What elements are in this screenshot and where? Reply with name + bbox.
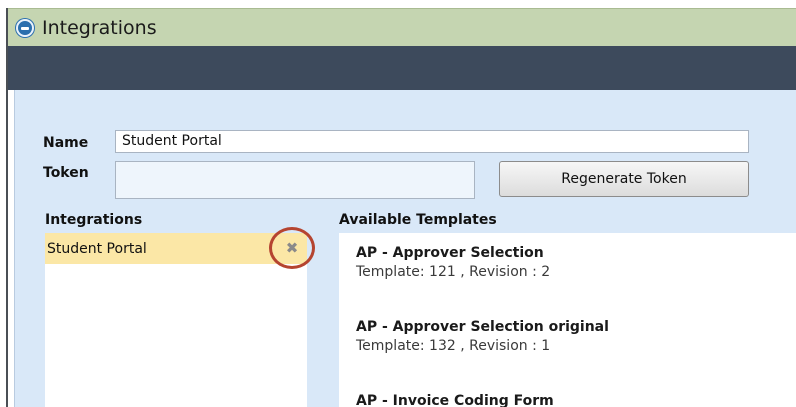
- templates-list: AP - Approver Selection Template: 121 , …: [339, 233, 796, 407]
- available-templates-header: Available Templates: [339, 212, 497, 228]
- token-label: Token: [43, 165, 89, 181]
- title-bar: Integrations: [8, 8, 796, 46]
- integrations-header: Integrations: [45, 212, 143, 228]
- integration-label: Student Portal: [47, 240, 147, 257]
- token-field[interactable]: [115, 161, 475, 199]
- template-meta: Template: 121 , Revision : 2: [356, 264, 551, 280]
- highlight-circle: [269, 227, 315, 269]
- template-meta: Template: 132 , Revision : 1: [356, 338, 551, 354]
- list-item[interactable]: AP - Approver Selection original Templat…: [356, 319, 609, 354]
- template-name: AP - Approver Selection original: [356, 319, 609, 335]
- template-name: AP - Approver Selection: [356, 245, 544, 261]
- regenerate-token-button[interactable]: Regenerate Token: [499, 161, 749, 197]
- template-name: AP - Invoice Coding Form: [356, 393, 554, 407]
- integrations-list: Student Portal ✖: [45, 227, 315, 407]
- app-logo-icon: [16, 18, 34, 37]
- toolbar-strip: [8, 46, 796, 90]
- content-panel: Name Student Portal Token Regenerate Tok…: [14, 90, 796, 407]
- list-item[interactable]: Student Portal ✖: [45, 227, 315, 269]
- list-item[interactable]: AP - Invoice Coding Form: [356, 393, 554, 407]
- window-title: Integrations: [42, 16, 157, 39]
- name-label: Name: [43, 135, 89, 151]
- list-item[interactable]: AP - Approver Selection Template: 121 , …: [356, 245, 550, 280]
- integrations-window: Integrations Name Student Portal Token R…: [6, 8, 796, 407]
- name-input[interactable]: Student Portal: [115, 130, 749, 153]
